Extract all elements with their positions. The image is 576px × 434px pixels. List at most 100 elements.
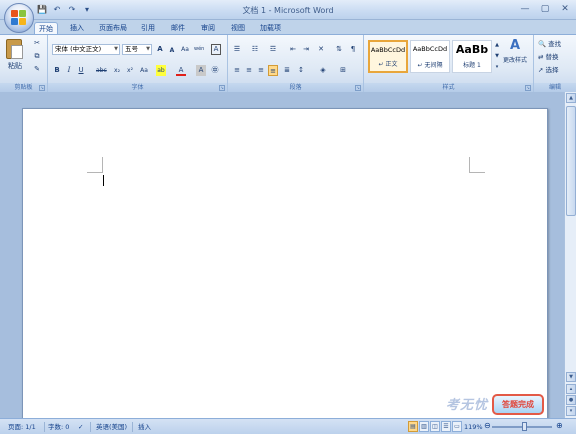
change-case-button[interactable]: Aa: [139, 65, 149, 76]
tab-addins[interactable]: 加载项: [256, 22, 285, 34]
browse-object-icon[interactable]: ●: [566, 395, 576, 405]
text-cursor: [103, 175, 104, 186]
shrink-font-button[interactable]: A: [167, 45, 177, 56]
format-painter-icon[interactable]: ✎: [32, 64, 42, 75]
office-button[interactable]: [4, 3, 34, 33]
status-separator: [132, 422, 133, 432]
prev-page-icon[interactable]: ▴: [566, 384, 576, 394]
paste-button[interactable]: 粘贴: [6, 61, 24, 72]
clear-format-button[interactable]: Aa: [180, 44, 190, 55]
bold-button[interactable]: B: [52, 65, 62, 76]
decrease-indent-icon[interactable]: ⇤: [288, 44, 298, 55]
font-launcher-icon[interactable]: ↘: [219, 85, 225, 91]
replace-label: 替换: [545, 53, 559, 61]
style-normal[interactable]: AaBbCcDd ↵ 正文: [368, 40, 408, 73]
full-screen-reading-icon[interactable]: ▥: [419, 421, 429, 432]
status-language[interactable]: 英语(美国): [96, 422, 127, 432]
chinese-layout-icon[interactable]: ✕: [316, 44, 326, 55]
phonetic-guide-button[interactable]: wén: [194, 44, 204, 55]
grow-font-button[interactable]: A: [155, 44, 165, 55]
italic-button[interactable]: I: [64, 65, 74, 76]
copy-icon[interactable]: ⧉: [32, 51, 42, 62]
sort-icon[interactable]: ⇅: [334, 44, 344, 55]
char-shading-button[interactable]: A: [196, 65, 206, 76]
status-bar: 页面: 1/1 字数: 0 ✓ 英语(美国) 插入 ▤ ▥ ◫ ☰ ▭ 119%…: [0, 418, 576, 434]
increase-indent-icon[interactable]: ⇥: [301, 44, 311, 55]
distributed-icon[interactable]: ≣: [282, 65, 292, 76]
outline-icon[interactable]: ☰: [441, 421, 451, 432]
answer-complete-button[interactable]: 答题完成: [492, 394, 544, 415]
strikethrough-button[interactable]: abc: [96, 65, 107, 76]
ribbon-tabs: 开始 插入 页面布局 引用 邮件 审阅 视图 加载项: [0, 20, 576, 35]
tab-insert[interactable]: 插入: [66, 22, 88, 34]
subscript-button[interactable]: x₂: [112, 65, 122, 76]
minimize-button[interactable]: —: [518, 3, 532, 15]
borders-icon[interactable]: ⊞: [338, 65, 348, 76]
status-page[interactable]: 页面: 1/1: [8, 422, 36, 432]
zoom-in-icon[interactable]: ⊕: [556, 421, 563, 431]
select-button[interactable]: ➚ 选择: [538, 65, 559, 76]
paragraph-launcher-icon[interactable]: ↘: [355, 85, 361, 91]
style-sample: AaBbCcDd: [412, 45, 448, 53]
underline-button[interactable]: U: [76, 65, 86, 76]
draft-icon[interactable]: ▭: [452, 421, 462, 432]
tab-mailings[interactable]: 邮件: [167, 22, 189, 34]
justify-icon[interactable]: ≡: [268, 65, 278, 76]
bullets-icon[interactable]: ☰: [232, 44, 242, 55]
font-name-value: 宋体 (中文正文): [55, 45, 102, 53]
char-border-button[interactable]: A: [211, 44, 221, 55]
superscript-button[interactable]: x²: [125, 65, 135, 76]
status-insert-mode[interactable]: 插入: [138, 422, 151, 432]
align-left-icon[interactable]: ≡: [232, 65, 242, 76]
tab-view[interactable]: 视图: [227, 22, 249, 34]
font-color-button[interactable]: A: [176, 65, 186, 76]
shading-icon[interactable]: ◈: [318, 65, 328, 76]
style-name: 标题 1: [463, 62, 481, 69]
scroll-up-icon[interactable]: ▲: [566, 93, 576, 103]
font-name-combo[interactable]: 宋体 (中文正文) ▼: [52, 44, 120, 55]
document-page[interactable]: [22, 108, 548, 428]
web-layout-icon[interactable]: ◫: [430, 421, 440, 432]
chevron-down-icon: ▼: [114, 46, 118, 52]
style-heading-1[interactable]: AaBb 标题 1: [452, 40, 492, 73]
crop-mark-top-right: [469, 157, 485, 173]
multilevel-list-icon[interactable]: ☲: [268, 44, 278, 55]
tab-page-layout[interactable]: 页面布局: [95, 22, 131, 34]
tab-references[interactable]: 引用: [137, 22, 159, 34]
enclose-char-button[interactable]: ㊥: [210, 65, 220, 76]
paste-icon[interactable]: [6, 39, 23, 59]
select-label: 选择: [545, 66, 559, 74]
next-page-icon[interactable]: ▾: [566, 406, 576, 416]
office-logo-icon: [11, 10, 27, 26]
window-title: 文档 1 - Microsoft Word: [242, 6, 334, 15]
change-styles-icon: A: [509, 38, 521, 53]
replace-button[interactable]: ⇄ 替换: [538, 52, 559, 63]
zoom-out-icon[interactable]: ⊖: [484, 421, 491, 431]
style-no-spacing[interactable]: AaBbCcDd ↵ 无间隔: [410, 40, 450, 73]
title-bar: 💾 ↶ ↷ ▾ 文档 1 - Microsoft Word — ▢ ✕: [0, 0, 576, 33]
zoom-slider-knob[interactable]: [522, 422, 527, 431]
zoom-level[interactable]: 119%: [464, 422, 483, 432]
numbering-icon[interactable]: ☷: [250, 44, 260, 55]
align-right-icon[interactable]: ≡: [256, 65, 266, 76]
scroll-down-icon[interactable]: ▼: [566, 372, 576, 382]
font-size-combo[interactable]: 五号 ▼: [122, 44, 152, 55]
styles-launcher-icon[interactable]: ↘: [525, 85, 531, 91]
find-button[interactable]: 🔍 查找: [538, 39, 561, 50]
line-spacing-icon[interactable]: ↕: [296, 65, 306, 76]
change-styles-button[interactable]: A 更改样式: [500, 39, 530, 79]
cut-icon[interactable]: ✂: [32, 38, 42, 49]
tab-review[interactable]: 审阅: [197, 22, 219, 34]
vertical-scrollbar[interactable]: ▲ ▼ ▴ ● ▾: [564, 92, 576, 418]
clipboard-launcher-icon[interactable]: ↘: [39, 85, 45, 91]
highlight-button[interactable]: ab: [156, 65, 166, 76]
maximize-button[interactable]: ▢: [538, 3, 552, 15]
close-button[interactable]: ✕: [558, 3, 572, 15]
show-marks-icon[interactable]: ¶: [348, 44, 358, 55]
style-name: ↵ 正文: [378, 61, 398, 68]
print-layout-icon[interactable]: ▤: [408, 421, 418, 432]
align-center-icon[interactable]: ≡: [244, 65, 254, 76]
scroll-thumb[interactable]: [566, 106, 576, 216]
proofing-icon[interactable]: ✓: [78, 422, 83, 432]
status-words[interactable]: 字数: 0: [48, 422, 69, 432]
